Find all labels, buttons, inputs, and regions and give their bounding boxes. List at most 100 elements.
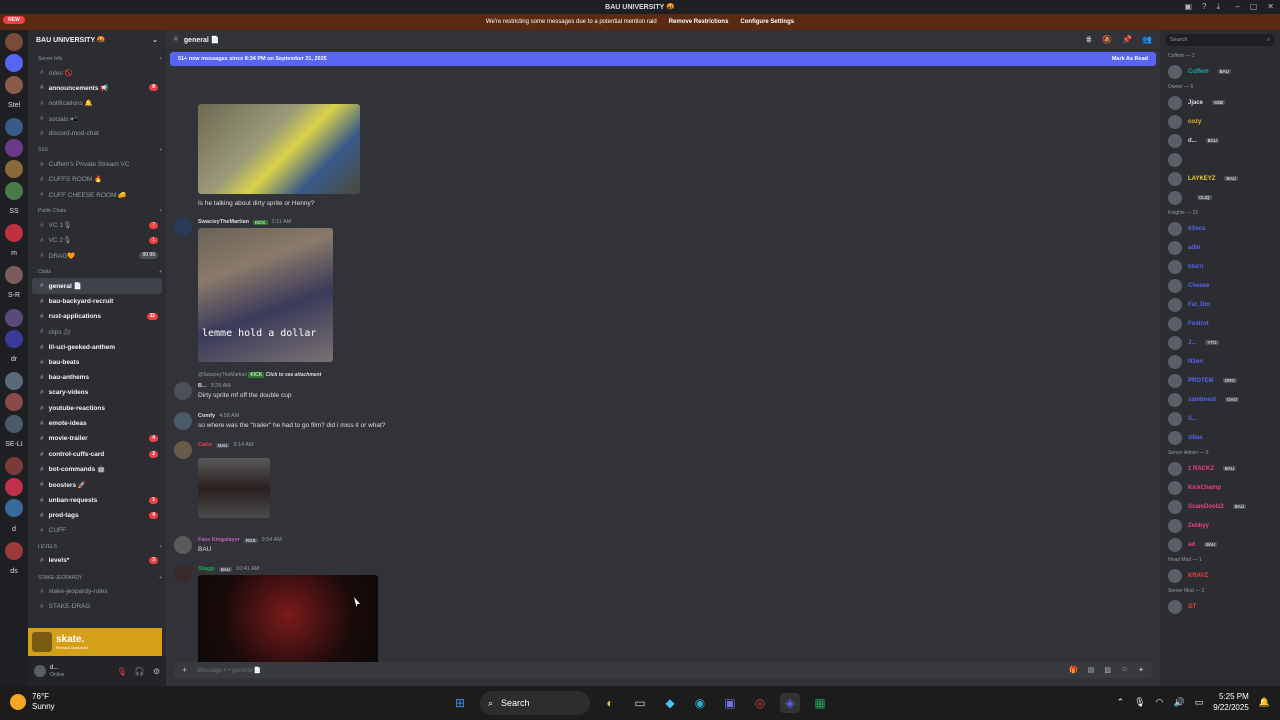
- add-channel-icon[interactable]: +: [159, 56, 162, 62]
- message-author[interactable]: SwacieyTheMartian: [198, 219, 249, 225]
- channel-item[interactable]: # notifications 🔔: [32, 96, 162, 111]
- server-icon[interactable]: [5, 456, 23, 475]
- channel-item[interactable]: # emote-ideas: [32, 416, 162, 431]
- avatar[interactable]: [174, 382, 192, 400]
- notification-bell-icon[interactable]: 🔔: [1259, 697, 1270, 708]
- member-item[interactable]: Fat_Dio: [1160, 295, 1280, 314]
- help-icon[interactable]: ?: [1202, 2, 1206, 12]
- server-icon[interactable]: SS: [5, 203, 23, 221]
- reply-target[interactable]: @SwacieyTheMartian: [198, 372, 247, 378]
- apps-icon[interactable]: ✦: [1138, 666, 1144, 674]
- server-icon[interactable]: [5, 181, 23, 200]
- server-icon[interactable]: [5, 478, 23, 497]
- channel-item[interactable]: # bau-backyard-recruit: [32, 294, 162, 309]
- member-item[interactable]: S...: [1160, 409, 1280, 428]
- member-item[interactable]: adin: [1160, 238, 1280, 257]
- channel-category[interactable]: SSS +: [32, 144, 162, 156]
- server-icon[interactable]: [5, 541, 23, 560]
- avatar[interactable]: [174, 412, 192, 430]
- server-icon[interactable]: m: [5, 245, 23, 263]
- channel-category[interactable]: LEVELS +: [32, 541, 162, 553]
- message-image[interactable]: lemme hold a dollar: [198, 228, 333, 362]
- member-item[interactable]: Jjace SSB: [1160, 93, 1280, 112]
- members-icon[interactable]: 👥: [1142, 35, 1152, 44]
- server-icon[interactable]: S-R: [5, 287, 23, 305]
- member-item[interactable]: zillas: [1160, 428, 1280, 447]
- server-icon[interactable]: [5, 414, 23, 433]
- add-channel-icon[interactable]: +: [159, 575, 162, 581]
- copilot-icon[interactable]: ◆: [660, 693, 680, 713]
- channel-item[interactable]: # bau-beats: [32, 355, 162, 370]
- emoji-icon[interactable]: ☺: [1121, 666, 1128, 674]
- member-item[interactable]: ad BAU: [1160, 535, 1280, 554]
- member-item[interactable]: Fostrot: [1160, 314, 1280, 333]
- weather-widget[interactable]: 76°F Sunny: [10, 692, 55, 712]
- message-author[interactable]: Comfy: [198, 413, 215, 419]
- mic-icon[interactable]: 🎙: [1134, 697, 1145, 708]
- member-item[interactable]: LAYKEYZ BAU: [1160, 169, 1280, 188]
- channel-item[interactable]: # youtube-reactions: [32, 401, 162, 416]
- server-icon[interactable]: [5, 75, 23, 94]
- volume-icon[interactable]: 🔊: [1173, 697, 1184, 708]
- taskbar-search[interactable]: ⌕ Search: [480, 691, 590, 715]
- message-image[interactable]: [198, 575, 378, 662]
- member-item[interactable]: J... YTG: [1160, 333, 1280, 352]
- channel-item[interactable]: # rust-applications 11: [32, 309, 162, 324]
- maximize-icon[interactable]: ▢: [1250, 2, 1258, 11]
- server-icon[interactable]: [5, 33, 23, 52]
- message-author[interactable]: Carlo: [198, 442, 212, 448]
- channel-item[interactable]: # stake-jeopardy-rules: [32, 584, 162, 599]
- member-item[interactable]: Cuffem BAU: [1160, 62, 1280, 81]
- member-item[interactable]: 1 RACKZ BAU: [1160, 459, 1280, 478]
- add-channel-icon[interactable]: +: [159, 544, 162, 550]
- server-icon[interactable]: [5, 372, 23, 391]
- promo-banner[interactable]: skate. Reward Available!: [28, 628, 162, 656]
- server-icon[interactable]: [5, 393, 23, 412]
- guild-header[interactable]: BAU UNIVERSITY 🤬 ⌄: [28, 30, 166, 50]
- battery-icon[interactable]: ▭: [1195, 697, 1204, 708]
- file-explorer-icon[interactable]: ▭: [630, 693, 650, 713]
- server-icon[interactable]: ds: [5, 563, 23, 581]
- gift-icon[interactable]: 🎁: [1069, 666, 1078, 674]
- channel-item[interactable]: # rules 🚫: [32, 65, 162, 80]
- widgets-icon[interactable]: ◐: [600, 693, 620, 713]
- channel-item[interactable]: # discord-mod-chat: [32, 126, 162, 141]
- add-channel-icon[interactable]: +: [159, 147, 162, 153]
- member-item[interactable]: [1160, 150, 1280, 169]
- discord-icon[interactable]: ◈: [780, 693, 800, 713]
- server-icon[interactable]: [5, 160, 23, 179]
- channel-item[interactable]: # scary-videos: [32, 385, 162, 400]
- message-image[interactable]: [198, 458, 270, 518]
- message-input[interactable]: Message # • general 📄: [197, 667, 261, 674]
- avatar[interactable]: [174, 565, 192, 583]
- download-icon[interactable]: ⤓: [1216, 2, 1220, 12]
- search-input[interactable]: Search ⌕: [1166, 34, 1274, 46]
- server-icon[interactable]: [5, 223, 23, 242]
- channel-item[interactable]: # announcements 📢 8: [32, 80, 162, 95]
- channel-category[interactable]: Chats +: [32, 266, 162, 278]
- channel-item[interactable]: # VC 1🎙 7: [32, 217, 162, 232]
- channel-item[interactable]: # unban-requests 1: [32, 492, 162, 507]
- sticker-icon[interactable]: ▨: [1104, 666, 1111, 674]
- server-icon[interactable]: [5, 499, 23, 518]
- game-app-icon[interactable]: ▦: [810, 693, 830, 713]
- member-item[interactable]: d... BAU: [1160, 131, 1280, 150]
- member-item[interactable]: cozy: [1160, 112, 1280, 131]
- member-item[interactable]: PROTEM ORG: [1160, 371, 1280, 390]
- server-icon[interactable]: [5, 308, 23, 327]
- avatar[interactable]: [174, 218, 192, 236]
- channel-item[interactable]: # general 📄: [32, 278, 162, 294]
- server-icon[interactable]: [5, 329, 23, 348]
- message-image[interactable]: [198, 104, 360, 194]
- teams-icon[interactable]: ▣: [720, 693, 740, 713]
- avatar[interactable]: [174, 441, 192, 459]
- clock[interactable]: 5:25 PM 9/22/2025: [1213, 691, 1249, 713]
- server-icon[interactable]: SE-LI: [5, 436, 23, 454]
- channel-item[interactable]: # Cuffem's Private Stream VC: [32, 156, 162, 171]
- message-author[interactable]: Staggi: [198, 566, 215, 572]
- message-author[interactable]: Faze Kingslayer: [198, 537, 240, 543]
- member-item[interactable]: ScamDoolz2 BAU: [1160, 497, 1280, 516]
- mute-mic-icon[interactable]: 🎙: [117, 667, 127, 676]
- wifi-icon[interactable]: ◠: [1156, 697, 1164, 708]
- server-icon[interactable]: [5, 266, 23, 285]
